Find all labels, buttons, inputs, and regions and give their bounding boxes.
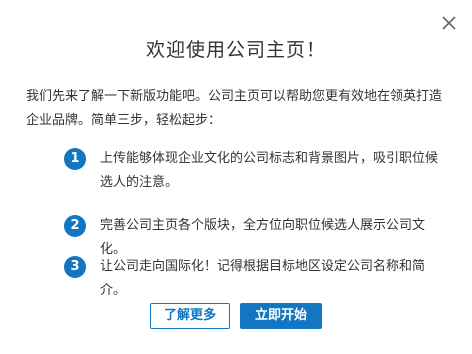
step-number-badge: 1 — [64, 148, 86, 170]
dialog-title: 欢迎使用公司主页！ — [145, 39, 326, 61]
close-icon — [442, 16, 456, 30]
step-item-3: 3 让公司走向国际化！记得根据目标地区设定公司名称和简介。 — [64, 256, 448, 303]
learn-more-button[interactable]: 了解更多 — [150, 303, 230, 329]
welcome-dialog: 欢迎使用公司主页！ 我们先来了解一下新版功能吧。公司主页可以帮助您更有效地在领英… — [0, 0, 472, 354]
step-text: 上传能够体现企业文化的公司标志和背景图片，吸引职位候选人的注意。 — [100, 151, 439, 190]
step-text: 让公司走向国际化！记得根据目标地区设定公司名称和简介。 — [100, 259, 426, 298]
close-button[interactable] — [440, 14, 458, 32]
step-item-1: 1 上传能够体现企业文化的公司标志和背景图片，吸引职位候选人的注意。 — [64, 148, 448, 195]
step-number-badge: 3 — [64, 256, 86, 278]
start-now-button[interactable]: 立即开始 — [240, 303, 322, 329]
step-number-badge: 2 — [64, 215, 86, 237]
intro-text: 我们先来了解一下新版功能吧。公司主页可以帮助您更有效地在领英打造企业品牌。简单三… — [26, 89, 443, 128]
dialog-actions: 了解更多 立即开始 — [0, 303, 472, 329]
